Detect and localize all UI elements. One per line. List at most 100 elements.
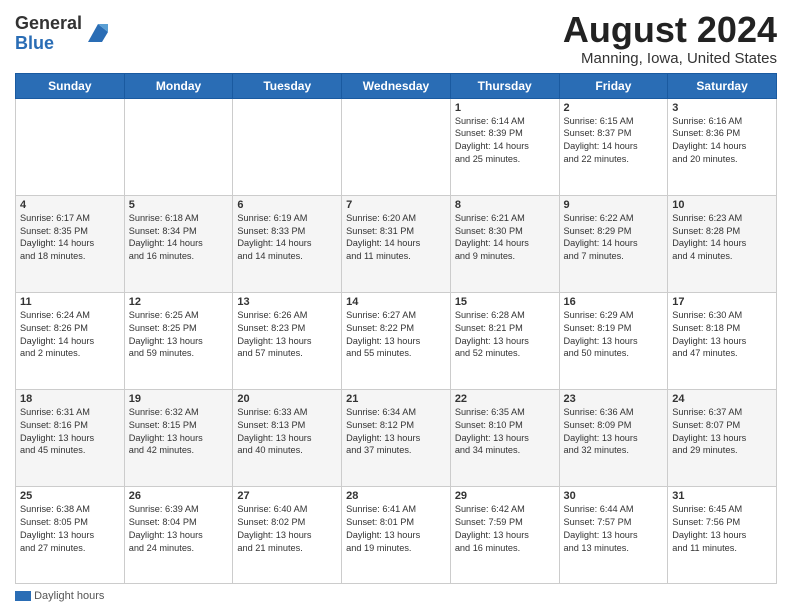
calendar-cell: 31Sunrise: 6:45 AM Sunset: 7:56 PM Dayli…	[668, 486, 777, 583]
day-info: Sunrise: 6:21 AM Sunset: 8:30 PM Dayligh…	[455, 212, 555, 264]
weekday-header: Sunday	[16, 73, 125, 98]
calendar-cell: 26Sunrise: 6:39 AM Sunset: 8:04 PM Dayli…	[124, 486, 233, 583]
day-info: Sunrise: 6:15 AM Sunset: 8:37 PM Dayligh…	[564, 115, 664, 167]
calendar-week-row: 25Sunrise: 6:38 AM Sunset: 8:05 PM Dayli…	[16, 486, 777, 583]
day-info: Sunrise: 6:30 AM Sunset: 8:18 PM Dayligh…	[672, 309, 772, 361]
day-info: Sunrise: 6:17 AM Sunset: 8:35 PM Dayligh…	[20, 212, 120, 264]
day-number: 4	[20, 199, 120, 211]
day-number: 17	[672, 296, 772, 308]
day-info: Sunrise: 6:32 AM Sunset: 8:15 PM Dayligh…	[129, 406, 229, 458]
footer: Daylight hours	[15, 590, 777, 602]
weekday-header: Saturday	[668, 73, 777, 98]
day-info: Sunrise: 6:33 AM Sunset: 8:13 PM Dayligh…	[237, 406, 337, 458]
day-info: Sunrise: 6:27 AM Sunset: 8:22 PM Dayligh…	[346, 309, 446, 361]
day-info: Sunrise: 6:16 AM Sunset: 8:36 PM Dayligh…	[672, 115, 772, 167]
day-number: 23	[564, 393, 664, 405]
logo-general-text: General	[15, 14, 82, 34]
day-info: Sunrise: 6:37 AM Sunset: 8:07 PM Dayligh…	[672, 406, 772, 458]
logo-icon	[84, 18, 112, 46]
calendar-cell: 9Sunrise: 6:22 AM Sunset: 8:29 PM Daylig…	[559, 195, 668, 292]
page: General Blue August 2024 Manning, Iowa, …	[0, 0, 792, 612]
calendar-cell: 30Sunrise: 6:44 AM Sunset: 7:57 PM Dayli…	[559, 486, 668, 583]
calendar-cell	[342, 98, 451, 195]
calendar-cell: 17Sunrise: 6:30 AM Sunset: 8:18 PM Dayli…	[668, 292, 777, 389]
day-number: 11	[20, 296, 120, 308]
calendar-cell: 24Sunrise: 6:37 AM Sunset: 8:07 PM Dayli…	[668, 389, 777, 486]
calendar-cell: 8Sunrise: 6:21 AM Sunset: 8:30 PM Daylig…	[450, 195, 559, 292]
day-number: 30	[564, 490, 664, 502]
day-info: Sunrise: 6:39 AM Sunset: 8:04 PM Dayligh…	[129, 503, 229, 555]
calendar-cell: 14Sunrise: 6:27 AM Sunset: 8:22 PM Dayli…	[342, 292, 451, 389]
calendar-cell: 22Sunrise: 6:35 AM Sunset: 8:10 PM Dayli…	[450, 389, 559, 486]
calendar-week-row: 4Sunrise: 6:17 AM Sunset: 8:35 PM Daylig…	[16, 195, 777, 292]
day-info: Sunrise: 6:26 AM Sunset: 8:23 PM Dayligh…	[237, 309, 337, 361]
day-info: Sunrise: 6:28 AM Sunset: 8:21 PM Dayligh…	[455, 309, 555, 361]
day-info: Sunrise: 6:20 AM Sunset: 8:31 PM Dayligh…	[346, 212, 446, 264]
day-number: 31	[672, 490, 772, 502]
day-info: Sunrise: 6:38 AM Sunset: 8:05 PM Dayligh…	[20, 503, 120, 555]
day-number: 12	[129, 296, 229, 308]
day-number: 10	[672, 199, 772, 211]
calendar-cell: 19Sunrise: 6:32 AM Sunset: 8:15 PM Dayli…	[124, 389, 233, 486]
day-info: Sunrise: 6:14 AM Sunset: 8:39 PM Dayligh…	[455, 115, 555, 167]
logo-blue-text: Blue	[15, 34, 82, 54]
day-number: 19	[129, 393, 229, 405]
day-number: 25	[20, 490, 120, 502]
calendar-cell: 15Sunrise: 6:28 AM Sunset: 8:21 PM Dayli…	[450, 292, 559, 389]
day-number: 28	[346, 490, 446, 502]
weekday-header: Wednesday	[342, 73, 451, 98]
calendar-week-row: 18Sunrise: 6:31 AM Sunset: 8:16 PM Dayli…	[16, 389, 777, 486]
calendar-cell: 4Sunrise: 6:17 AM Sunset: 8:35 PM Daylig…	[16, 195, 125, 292]
day-number: 27	[237, 490, 337, 502]
calendar-cell: 20Sunrise: 6:33 AM Sunset: 8:13 PM Dayli…	[233, 389, 342, 486]
calendar-table: SundayMondayTuesdayWednesdayThursdayFrid…	[15, 73, 777, 584]
calendar-cell: 16Sunrise: 6:29 AM Sunset: 8:19 PM Dayli…	[559, 292, 668, 389]
day-info: Sunrise: 6:18 AM Sunset: 8:34 PM Dayligh…	[129, 212, 229, 264]
day-info: Sunrise: 6:25 AM Sunset: 8:25 PM Dayligh…	[129, 309, 229, 361]
calendar-cell: 28Sunrise: 6:41 AM Sunset: 8:01 PM Dayli…	[342, 486, 451, 583]
day-number: 16	[564, 296, 664, 308]
calendar-cell: 23Sunrise: 6:36 AM Sunset: 8:09 PM Dayli…	[559, 389, 668, 486]
day-info: Sunrise: 6:34 AM Sunset: 8:12 PM Dayligh…	[346, 406, 446, 458]
location: Manning, Iowa, United States	[563, 50, 777, 67]
calendar-cell: 18Sunrise: 6:31 AM Sunset: 8:16 PM Dayli…	[16, 389, 125, 486]
day-number: 2	[564, 102, 664, 114]
day-number: 22	[455, 393, 555, 405]
logo: General Blue	[15, 14, 112, 54]
day-number: 13	[237, 296, 337, 308]
calendar-cell: 21Sunrise: 6:34 AM Sunset: 8:12 PM Dayli…	[342, 389, 451, 486]
day-number: 8	[455, 199, 555, 211]
calendar-week-row: 1Sunrise: 6:14 AM Sunset: 8:39 PM Daylig…	[16, 98, 777, 195]
day-info: Sunrise: 6:29 AM Sunset: 8:19 PM Dayligh…	[564, 309, 664, 361]
calendar-cell	[16, 98, 125, 195]
calendar-cell	[233, 98, 342, 195]
day-number: 26	[129, 490, 229, 502]
legend-box	[15, 591, 31, 601]
day-number: 15	[455, 296, 555, 308]
day-number: 5	[129, 199, 229, 211]
weekday-header: Thursday	[450, 73, 559, 98]
calendar-cell: 13Sunrise: 6:26 AM Sunset: 8:23 PM Dayli…	[233, 292, 342, 389]
calendar-cell: 11Sunrise: 6:24 AM Sunset: 8:26 PM Dayli…	[16, 292, 125, 389]
day-info: Sunrise: 6:24 AM Sunset: 8:26 PM Dayligh…	[20, 309, 120, 361]
calendar-cell: 6Sunrise: 6:19 AM Sunset: 8:33 PM Daylig…	[233, 195, 342, 292]
day-info: Sunrise: 6:41 AM Sunset: 8:01 PM Dayligh…	[346, 503, 446, 555]
header: General Blue August 2024 Manning, Iowa, …	[15, 10, 777, 67]
day-info: Sunrise: 6:45 AM Sunset: 7:56 PM Dayligh…	[672, 503, 772, 555]
calendar-cell: 3Sunrise: 6:16 AM Sunset: 8:36 PM Daylig…	[668, 98, 777, 195]
day-info: Sunrise: 6:19 AM Sunset: 8:33 PM Dayligh…	[237, 212, 337, 264]
day-number: 3	[672, 102, 772, 114]
day-info: Sunrise: 6:42 AM Sunset: 7:59 PM Dayligh…	[455, 503, 555, 555]
day-info: Sunrise: 6:31 AM Sunset: 8:16 PM Dayligh…	[20, 406, 120, 458]
month-title: August 2024	[563, 10, 777, 50]
calendar-cell: 12Sunrise: 6:25 AM Sunset: 8:25 PM Dayli…	[124, 292, 233, 389]
calendar-cell: 7Sunrise: 6:20 AM Sunset: 8:31 PM Daylig…	[342, 195, 451, 292]
calendar-cell	[124, 98, 233, 195]
day-number: 21	[346, 393, 446, 405]
calendar-week-row: 11Sunrise: 6:24 AM Sunset: 8:26 PM Dayli…	[16, 292, 777, 389]
day-number: 18	[20, 393, 120, 405]
calendar-cell: 29Sunrise: 6:42 AM Sunset: 7:59 PM Dayli…	[450, 486, 559, 583]
day-info: Sunrise: 6:40 AM Sunset: 8:02 PM Dayligh…	[237, 503, 337, 555]
weekday-header: Friday	[559, 73, 668, 98]
weekday-header: Monday	[124, 73, 233, 98]
